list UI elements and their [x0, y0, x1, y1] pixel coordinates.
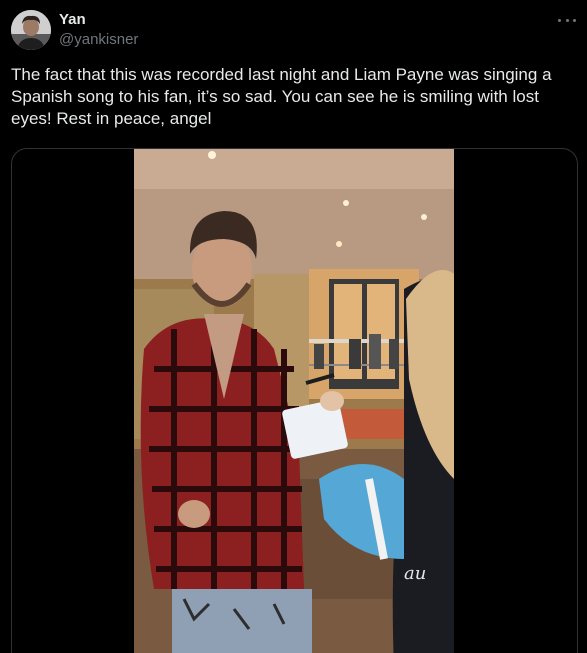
- more-dot: [565, 18, 569, 22]
- video-player[interactable]: au: [134, 149, 454, 653]
- more-horizontal-icon: [558, 18, 561, 22]
- author-names: Yan @yankisner: [59, 11, 138, 50]
- avatar-photo-icon: [11, 10, 51, 50]
- more-dot: [573, 18, 576, 22]
- media-container: au: [11, 148, 578, 653]
- author-handle[interactable]: @yankisner: [59, 30, 138, 50]
- user-avatar[interactable]: [11, 10, 51, 50]
- svg-text:au: au: [404, 563, 426, 584]
- more-options-button[interactable]: [558, 12, 576, 28]
- tweet-card: Yan @yankisner The fact that this was re…: [0, 0, 587, 653]
- video-frame-image: au: [134, 149, 454, 653]
- tweet-header: Yan @yankisner: [11, 9, 576, 53]
- tweet-text: The fact that this was recorded last nig…: [11, 65, 557, 128]
- author-display-name[interactable]: Yan: [59, 11, 138, 29]
